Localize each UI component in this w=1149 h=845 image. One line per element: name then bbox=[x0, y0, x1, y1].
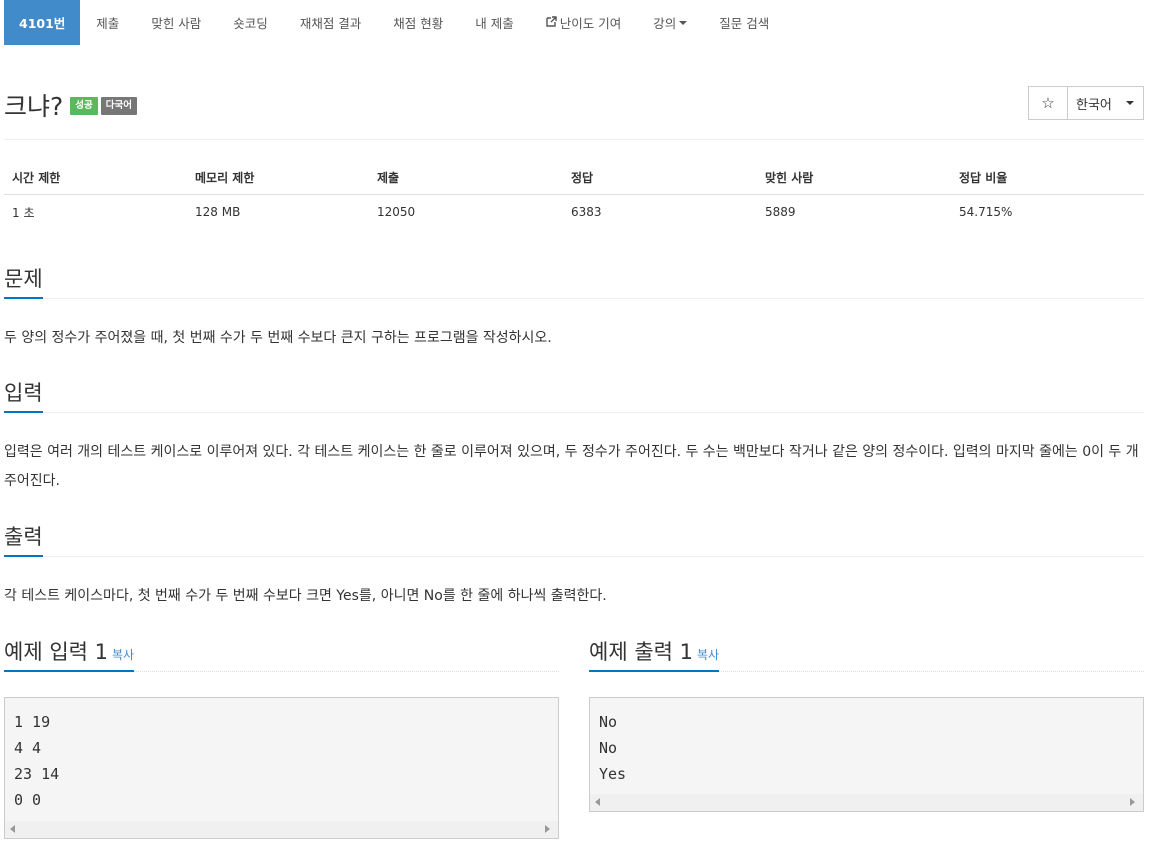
nav-label: 4101번 bbox=[19, 16, 66, 31]
nav-label: 질문 검색 bbox=[719, 16, 770, 31]
nav-problem-number[interactable]: 4101번 bbox=[4, 0, 81, 45]
table-cell: 6383 bbox=[571, 205, 602, 220]
table-cell: 5889 bbox=[765, 205, 796, 220]
nav-my-submissions[interactable]: 내 제출 bbox=[459, 0, 529, 45]
problem-description: 두 양의 정수가 주어졌을 때, 첫 번째 수가 두 번째 수보다 큰지 구하는… bbox=[4, 330, 552, 346]
input-section-heading: 입력 bbox=[4, 376, 1144, 413]
problem-title-row: 크냐? 성공 다국어 ☆ 한국어 bbox=[4, 86, 1144, 126]
nav-solved-users[interactable]: 맞힌 사람 bbox=[135, 0, 217, 45]
nav-label: 강의 bbox=[653, 16, 677, 31]
output-section-heading: 출력 bbox=[4, 520, 1144, 557]
status-badge: 성공 bbox=[70, 97, 98, 115]
horizontal-scrollbar[interactable] bbox=[590, 794, 1143, 811]
nav-judge-status[interactable]: 채점 현황 bbox=[377, 0, 459, 45]
sample-input-text: 1 19 4 4 23 14 0 0 bbox=[14, 713, 60, 809]
input-description: 입력은 여러 개의 테스트 케이스로 이루어져 있다. 각 테스트 케이스는 한… bbox=[4, 444, 1139, 489]
problem-section-heading: 문제 bbox=[4, 262, 1144, 299]
table-header: 시간 제한 bbox=[4, 161, 187, 195]
horizontal-scrollbar[interactable] bbox=[5, 821, 558, 838]
table-header: 맞힌 사람 bbox=[757, 161, 951, 195]
section-title: 출력 bbox=[4, 527, 43, 557]
scroll-left-icon[interactable] bbox=[10, 825, 15, 833]
nav-label: 채점 현황 bbox=[393, 16, 444, 31]
table-row: 1 초 128 MB 12050 6383 5889 54.715% bbox=[4, 194, 1144, 230]
scroll-right-icon[interactable] bbox=[545, 825, 550, 833]
external-link-icon bbox=[546, 15, 557, 30]
section-title: 입력 bbox=[4, 383, 43, 413]
sample-input-box[interactable]: 1 19 4 4 23 14 0 0 bbox=[4, 697, 559, 839]
language-label: 한국어 bbox=[1076, 97, 1112, 113]
sample-input-heading: 예제 입력 1 복사 bbox=[4, 635, 559, 672]
sample-input-title: 예제 입력 1 bbox=[4, 640, 108, 664]
nav-label: 난이도 기여 bbox=[559, 16, 622, 31]
sample-output-box[interactable]: No No Yes bbox=[589, 697, 1144, 812]
caret-down-icon bbox=[1126, 101, 1134, 105]
multilang-badge: 다국어 bbox=[100, 97, 137, 115]
copy-sample-output-button[interactable]: 복사 bbox=[697, 648, 719, 662]
nav-label: 내 제출 bbox=[475, 16, 514, 31]
nav-label: 재채점 결과 bbox=[299, 16, 362, 31]
table-header: 제출 bbox=[369, 161, 563, 195]
table-header: 정답 bbox=[563, 161, 757, 195]
nav-short-coding[interactable]: 숏코딩 bbox=[217, 0, 284, 45]
table-header-row: 시간 제한 메모리 제한 제출 정답 맞힌 사람 정답 비율 bbox=[4, 161, 1144, 195]
favorite-button[interactable]: ☆ bbox=[1029, 87, 1068, 119]
divider bbox=[4, 139, 1144, 140]
sample-output-text: No No Yes bbox=[599, 713, 627, 783]
table-cell: 1 초 bbox=[12, 205, 35, 220]
star-icon: ☆ bbox=[1041, 94, 1055, 112]
nav-label: 맞힌 사람 bbox=[151, 16, 202, 31]
sample-output-heading: 예제 출력 1 복사 bbox=[589, 635, 1144, 672]
page-title: 크냐? bbox=[4, 91, 64, 121]
scroll-right-icon[interactable] bbox=[1130, 798, 1135, 806]
table-header: 메모리 제한 bbox=[187, 161, 369, 195]
title-button-group: ☆ 한국어 bbox=[1028, 86, 1144, 120]
table-cell: 12050 bbox=[377, 205, 416, 220]
nav-question-search[interactable]: 질문 검색 bbox=[703, 0, 785, 45]
section-title: 예제 입력 1 복사 bbox=[4, 640, 135, 672]
output-description: 각 테스트 케이스마다, 첫 번째 수가 두 번째 수보다 크면 Yes를, 아… bbox=[4, 588, 607, 604]
nav-rejudge-results[interactable]: 재채점 결과 bbox=[284, 0, 377, 45]
problem-info-table: 시간 제한 메모리 제한 제출 정답 맞힌 사람 정답 비율 1 초 128 M… bbox=[4, 161, 1144, 230]
table-header: 정답 비율 bbox=[951, 161, 1144, 195]
nav-lectures-dropdown[interactable]: 강의 bbox=[637, 0, 703, 45]
section-title: 예제 출력 1 복사 bbox=[589, 640, 720, 672]
nav-submit[interactable]: 제출 bbox=[80, 0, 135, 45]
top-nav: 4101번 제출 맞힌 사람 숏코딩 재채점 결과 채점 현황 내 제출 난이도… bbox=[4, 0, 785, 45]
copy-sample-input-button[interactable]: 복사 bbox=[112, 648, 134, 662]
nav-label: 숏코딩 bbox=[233, 16, 268, 31]
sample-output-title: 예제 출력 1 bbox=[589, 640, 693, 664]
language-select[interactable]: 한국어 bbox=[1068, 87, 1143, 119]
nav-label: 제출 bbox=[96, 16, 120, 31]
scroll-left-icon[interactable] bbox=[595, 798, 600, 806]
caret-down-icon bbox=[679, 20, 688, 25]
nav-difficulty-contribution[interactable]: 난이도 기여 bbox=[530, 0, 637, 45]
section-title: 문제 bbox=[4, 269, 43, 299]
table-cell: 54.715% bbox=[959, 205, 1013, 220]
table-cell: 128 MB bbox=[195, 205, 241, 220]
